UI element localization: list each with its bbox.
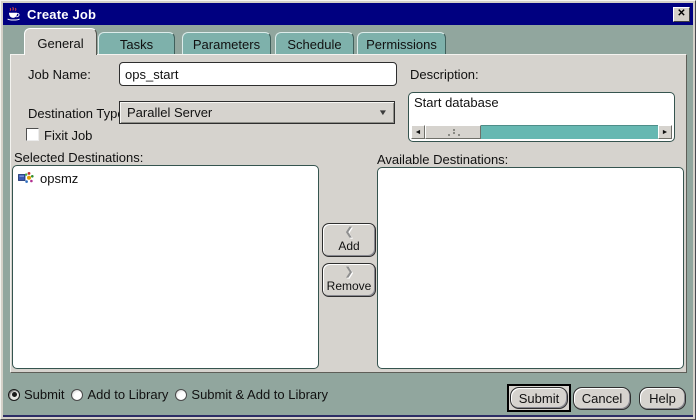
destination-type-value: Parallel Server: [127, 105, 213, 120]
scroll-left-button[interactable]: ◄: [411, 125, 425, 139]
close-button[interactable]: ✕: [673, 6, 690, 22]
destination-name: opsmz: [40, 170, 79, 186]
scrollbar-thumb[interactable]: [425, 125, 481, 139]
description-text: Start database: [414, 95, 499, 110]
chevron-right-icon: ❯: [344, 266, 354, 278]
create-job-window: Create Job ✕ General Tasks Parameters Sc…: [0, 0, 696, 420]
remove-button[interactable]: ❯ Remove: [322, 263, 376, 297]
destination-type-dropdown[interactable]: Parallel Server ▼: [119, 101, 395, 124]
chevron-down-icon: ▼: [377, 108, 389, 117]
add-button[interactable]: ❮ Add: [322, 223, 376, 257]
tab-permissions[interactable]: Permissions: [357, 32, 446, 55]
description-label: Description:: [410, 67, 479, 82]
default-button-ring: Submit: [507, 384, 571, 412]
radio-submit-and-add[interactable]: Submit & Add to Library: [175, 387, 328, 402]
radio-button-icon: [8, 388, 20, 401]
scrollbar-track[interactable]: [481, 125, 658, 139]
scroll-right-button[interactable]: ►: [658, 125, 672, 139]
available-destinations-label: Available Destinations:: [377, 152, 509, 167]
general-tab-panel: Job Name: Description: Start database ◄ …: [10, 54, 687, 373]
destination-type-label: Destination Type: [28, 106, 125, 121]
close-icon: ✕: [677, 8, 686, 19]
dialog-body: General Tasks Parameters Schedule Permis…: [3, 25, 693, 417]
help-button[interactable]: Help: [639, 387, 686, 410]
scroll-right-icon: ►: [661, 128, 669, 136]
tab-general[interactable]: General: [24, 28, 97, 55]
selected-destinations-label: Selected Destinations:: [14, 150, 144, 165]
add-button-label: Add: [338, 239, 360, 253]
radio-submit-and-add-label: Submit & Add to Library: [191, 387, 328, 402]
fixit-job-label: Fixit Job: [44, 128, 93, 143]
tab-tasks[interactable]: Tasks: [98, 32, 175, 55]
remove-button-label: Remove: [326, 279, 372, 293]
tab-parameters[interactable]: Parameters: [182, 32, 271, 55]
selected-destinations-list[interactable]: opsmz: [12, 165, 319, 369]
titlebar[interactable]: Create Job ✕: [3, 3, 693, 25]
job-name-label: Job Name:: [28, 67, 91, 82]
submit-mode-radio-group: Submit Add to Library Submit & Add to Li…: [8, 387, 335, 402]
cancel-button[interactable]: Cancel: [573, 387, 631, 410]
submit-button[interactable]: Submit: [510, 387, 568, 409]
scroll-left-icon: ◄: [414, 128, 422, 136]
window-title: Create Job: [27, 6, 97, 22]
radio-button-icon: [71, 388, 84, 401]
radio-add-to-library-label: Add to Library: [87, 387, 169, 402]
job-name-input[interactable]: [119, 62, 397, 86]
available-destinations-list[interactable]: [377, 167, 684, 369]
radio-button-icon: [175, 388, 188, 401]
java-cup-icon: [6, 6, 22, 22]
radio-submit[interactable]: Submit: [8, 387, 64, 402]
radio-add-to-library[interactable]: Add to Library: [71, 387, 168, 402]
list-item[interactable]: opsmz: [13, 166, 318, 186]
description-hscrollbar[interactable]: ◄ ►: [411, 125, 672, 139]
fixit-job-checkbox[interactable]: [26, 128, 39, 141]
parallel-server-icon: [18, 170, 34, 186]
chevron-left-icon: ❮: [344, 226, 354, 238]
radio-submit-label: Submit: [24, 387, 65, 402]
tab-schedule[interactable]: Schedule: [275, 32, 354, 55]
description-textarea[interactable]: Start database ◄ ►: [408, 92, 675, 142]
